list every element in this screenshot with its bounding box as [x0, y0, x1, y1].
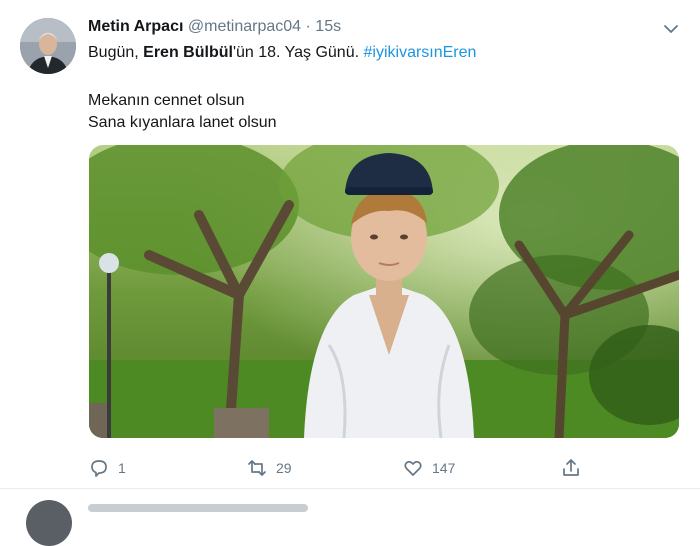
tweet-text-line-2: Mekanın cennet olsun: [88, 92, 245, 109]
author-name[interactable]: Metin Arpacı: [88, 18, 183, 35]
tweet-text-line-3: Sana kıyanlara lanet olsun: [88, 114, 277, 131]
text-prefix: Bugün,: [88, 44, 144, 61]
text-middle: 'ün 18. Yaş Günü.: [232, 44, 364, 61]
avatar-image: [20, 18, 76, 74]
mentioned-name: Eren Bülbül: [143, 44, 233, 61]
like-icon: [402, 457, 424, 479]
retweet-count: 29: [276, 460, 292, 476]
hashtag-link[interactable]: #iyikivarsınEren: [364, 44, 477, 61]
tweet: Metin Arpacı @metinarpac04 · 15s Bugün, …: [0, 0, 700, 488]
tweet-photo[interactable]: [89, 145, 679, 438]
photo-image: [89, 145, 679, 438]
tweet-text-line-1: Bugün, Eren Bülbül'ün 18. Yaş Günü. #iyi…: [88, 44, 476, 62]
avatar[interactable]: [20, 18, 76, 74]
tweet-actions: 1 29 147: [88, 456, 688, 482]
like-button[interactable]: 147: [402, 456, 455, 480]
next-tweet-header: [88, 504, 308, 512]
chevron-down-icon[interactable]: [662, 20, 680, 38]
retweet-icon: [246, 457, 268, 479]
share-button[interactable]: [560, 456, 582, 480]
separator-dot: ·: [305, 18, 311, 35]
retweet-button[interactable]: 29: [246, 456, 292, 480]
share-icon: [560, 457, 582, 479]
author-handle[interactable]: @metinarpac04: [188, 18, 301, 35]
like-count: 147: [432, 460, 456, 476]
tweet-divider: [0, 488, 700, 489]
reply-count: 1: [118, 460, 126, 476]
tweet-header: Metin Arpacı @metinarpac04 · 15s: [88, 18, 341, 36]
reply-button[interactable]: 1: [88, 456, 126, 480]
reply-icon: [88, 457, 110, 479]
next-tweet-avatar[interactable]: [26, 500, 72, 546]
timestamp[interactable]: 15s: [315, 18, 341, 35]
